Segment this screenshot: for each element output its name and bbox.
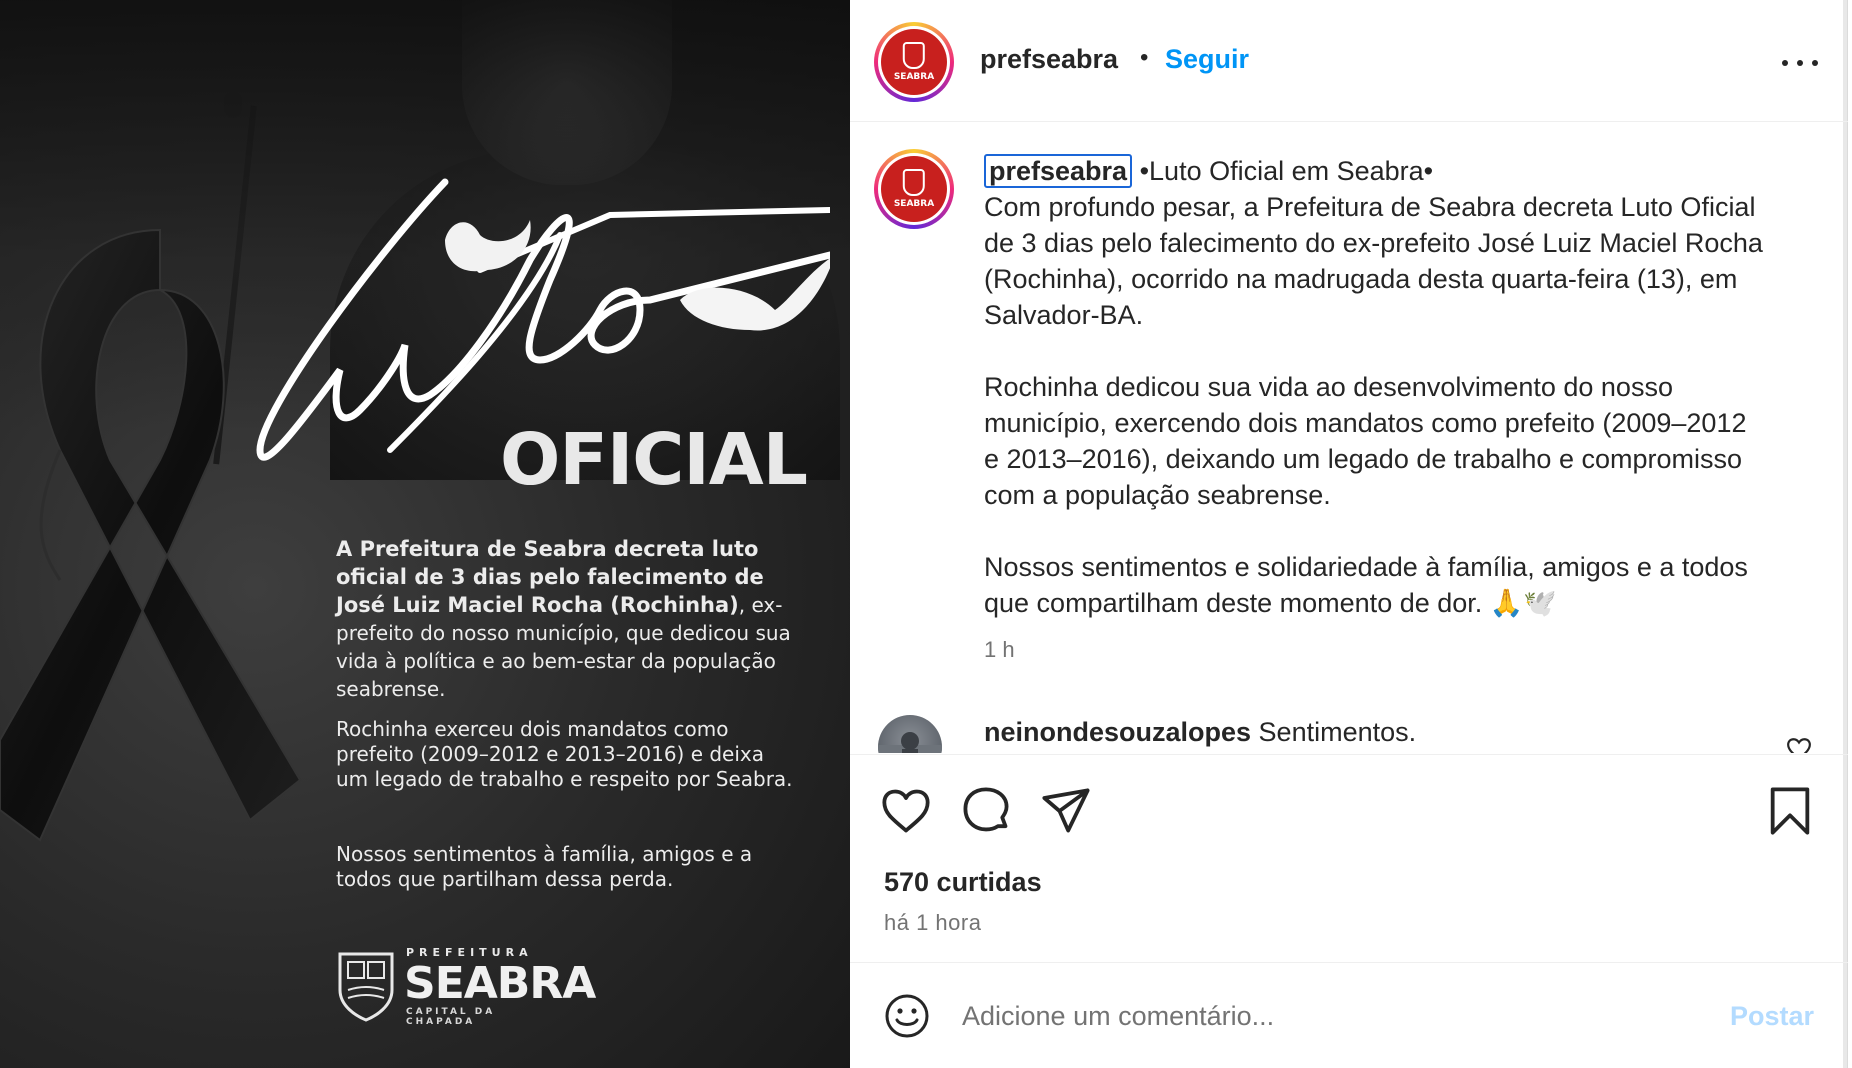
oficial-heading: OFICIAL — [500, 418, 808, 501]
post-image: OFICIAL A Prefeitura de Seabra decreta l… — [0, 0, 850, 1068]
comment-like-icon[interactable] — [1786, 737, 1812, 753]
likes-count[interactable]: 570 curtidas — [884, 867, 1042, 898]
image-paragraph-2: Rochinha exerceu dois mandatos como pref… — [336, 717, 793, 791]
comment-text: neinondesouzalopes Sentimentos. — [984, 717, 1416, 748]
header-separator: • — [1140, 44, 1149, 71]
caption-paragraph-2: Rochinha dedicou sua vida ao desenvolvim… — [984, 372, 1747, 510]
commenter-photo — [878, 732, 942, 753]
comment-bar: Postar — [850, 962, 1848, 1068]
caption-title: •Luto Oficial em Seabra• — [1132, 156, 1434, 186]
header-username[interactable]: prefseabra — [980, 44, 1118, 75]
avatar-label: SEABRA — [893, 198, 935, 209]
dove-icon — [445, 220, 531, 272]
caption-avatar[interactable]: SEABRA — [874, 149, 954, 229]
caption-avatar-logo: SEABRA — [881, 156, 947, 222]
header-avatar-logo: SEABRA — [881, 29, 947, 95]
caption-avatar-inner: SEABRA — [878, 153, 950, 225]
avatar-label: SEABRA — [893, 71, 935, 82]
image-paragraph-1: A Prefeitura de Seabra decreta luto ofic… — [336, 535, 796, 703]
more-dot — [1797, 60, 1803, 66]
post-timestamp[interactable]: há 1 hora — [884, 910, 981, 936]
post-comment-button[interactable]: Postar — [1730, 1001, 1814, 1032]
post-side-panel: SEABRA prefseabra • Seguir SEABRA prefse… — [850, 0, 1848, 1068]
caption-area[interactable]: SEABRA prefseabra •Luto Oficial em Seabr… — [850, 123, 1848, 753]
bookmark-icon[interactable] — [1764, 785, 1816, 837]
avatar-crest-icon — [902, 42, 926, 69]
caption-username-link[interactable]: prefseabra — [984, 154, 1133, 188]
more-dot — [1782, 60, 1788, 66]
emoji-icon[interactable] — [884, 993, 930, 1039]
comment-body: Sentimentos. — [1251, 717, 1417, 747]
post-header: SEABRA prefseabra • Seguir — [850, 0, 1848, 122]
comment-avatar[interactable] — [878, 715, 942, 753]
header-avatar-inner: SEABRA — [878, 26, 950, 98]
caption-text: prefseabra •Luto Oficial em Seabra• Com … — [984, 153, 1764, 621]
caption-paragraph-1: Com profundo pesar, a Prefeitura de Seab… — [984, 192, 1763, 330]
comment-item: neinondesouzalopes Sentimentos. — [878, 715, 1818, 753]
comment-username[interactable]: neinondesouzalopes — [984, 717, 1251, 747]
follow-button[interactable]: Seguir — [1165, 44, 1249, 75]
more-icon[interactable] — [1780, 48, 1820, 78]
caption-timestamp[interactable]: 1 h — [984, 637, 1015, 663]
city-crest-icon — [338, 952, 394, 1022]
logo-seabra-text: SEABRA — [404, 958, 596, 1009]
share-icon[interactable] — [1040, 785, 1092, 837]
dove-icon — [680, 258, 830, 331]
more-dot — [1812, 60, 1818, 66]
logo-caption-text: CAPITAL DA CHAPADA — [406, 1007, 496, 1027]
image-paragraph-3: Nossos sentimentos à família, amigos e a… — [336, 842, 753, 891]
seabra-logo: PREFEITURA SEABRA CAPITAL DA CHAPADA — [336, 944, 596, 1027]
avatar-crest-icon — [902, 169, 926, 196]
comment-icon[interactable] — [960, 785, 1012, 837]
comment-input[interactable] — [962, 993, 1662, 1039]
header-avatar[interactable]: SEABRA — [874, 22, 954, 102]
caption-first-line: prefseabra •Luto Oficial em Seabra• — [984, 153, 1764, 189]
image-paragraph-1-bold: A Prefeitura de Seabra decreta luto ofic… — [336, 537, 764, 617]
heart-icon[interactable] — [880, 785, 932, 837]
caption-paragraph-3: Nossos sentimentos e solidariedade à fam… — [984, 552, 1748, 618]
